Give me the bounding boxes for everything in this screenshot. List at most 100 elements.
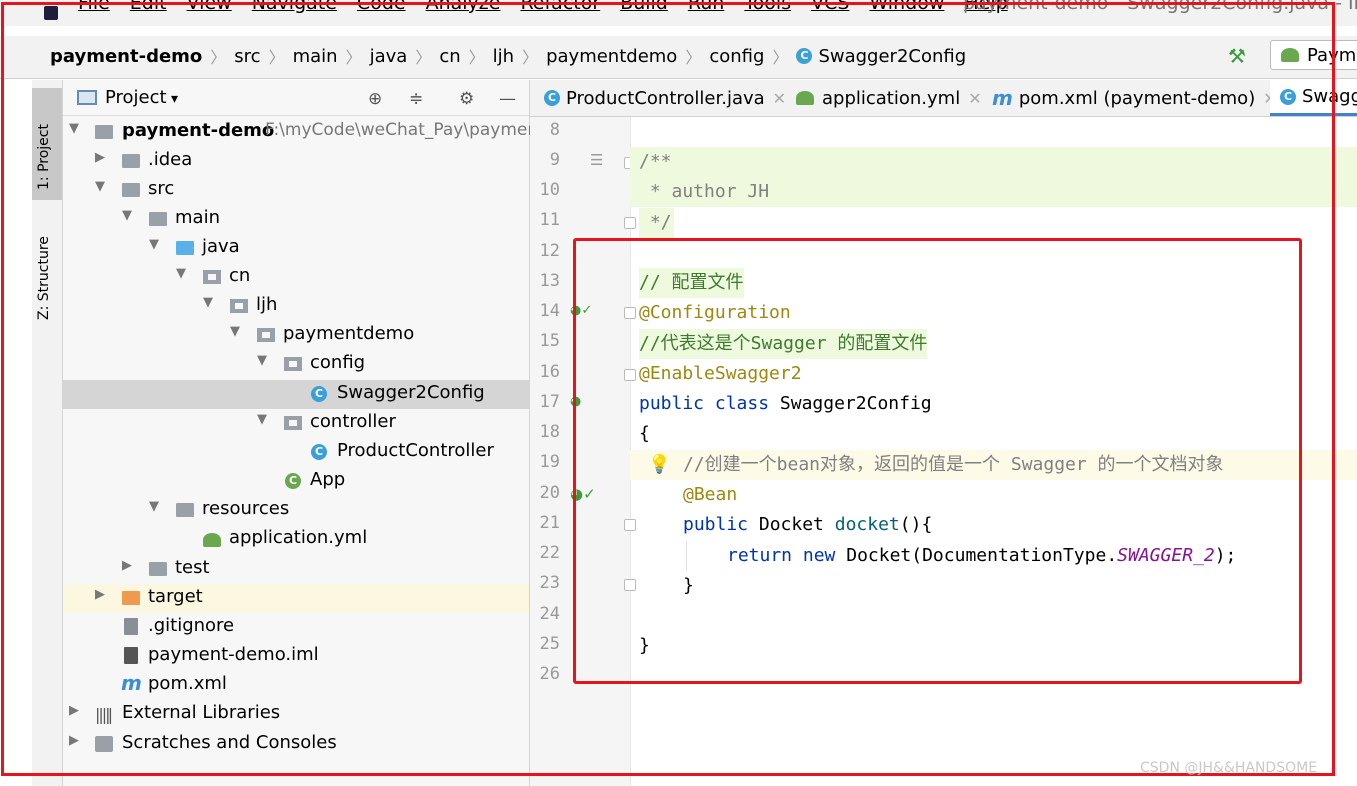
project-view-selector[interactable]: Project — [105, 87, 178, 108]
breadcrumb-main[interactable]: main — [293, 46, 338, 67]
menu-view[interactable]: View — [187, 0, 232, 14]
code-class-name: Swagger2Config — [779, 393, 932, 414]
collapse-arrow-icon[interactable]: ▶ — [93, 150, 107, 165]
breadcrumb-project[interactable]: payment-demo — [50, 46, 202, 67]
code-editor[interactable]: 8 9 10 11 12 13 14 15 16 17 18 19 20 21 … — [530, 117, 1357, 786]
collapse-arrow-icon[interactable]: ▶ — [67, 703, 81, 718]
menu-run[interactable]: Run — [688, 0, 724, 14]
tree-item-swagger2config[interactable]: C Swagger2Config — [63, 380, 529, 409]
code-text: * author JH — [639, 181, 770, 202]
tree-item-pom-xml[interactable]: m pom.xml — [63, 671, 529, 700]
run-configuration-selector[interactable]: Payme — [1270, 40, 1357, 70]
expand-arrow-icon[interactable]: ▼ — [201, 295, 215, 310]
collapse-arrow-icon[interactable]: ▶ — [120, 558, 134, 573]
hide-panel-icon[interactable]: — — [499, 89, 516, 109]
tree-item-cn[interactable]: ▼ cn — [63, 263, 529, 292]
gear-icon[interactable]: ⚙ — [459, 89, 474, 109]
tree-item-java[interactable]: ▼ java — [63, 234, 529, 263]
java-class-icon: C — [1280, 88, 1296, 105]
tree-item-gitignore[interactable]: .gitignore — [63, 613, 529, 642]
tab-application-yml[interactable]: application.yml ✕ — [796, 80, 982, 116]
spring-bean-gutter-icon[interactable]: ◕✓ — [570, 303, 592, 318]
menu-edit[interactable]: Edit — [130, 0, 167, 14]
tree-item-test[interactable]: ▶ test — [63, 555, 529, 584]
menu-analyze[interactable]: Analyze — [426, 0, 501, 14]
expand-arrow-icon[interactable]: ▼ — [147, 499, 161, 514]
expand-arrow-icon[interactable]: ▼ — [93, 179, 107, 194]
menu-code[interactable]: Code — [357, 0, 406, 14]
breadcrumb-paymentdemo[interactable]: paymentdemo — [546, 46, 677, 67]
tree-item-payment-demo[interactable]: ▼ payment-demo F:\myCode\weChat_Pay\paym… — [63, 118, 538, 147]
line-number: 23 — [539, 573, 560, 593]
tab-productcontroller[interactable]: C ProductController.java ✕ — [544, 80, 786, 116]
tree-item-payment-demo-iml[interactable]: payment-demo.iml — [63, 642, 529, 671]
expand-arrow-icon[interactable]: ▼ — [255, 412, 269, 427]
tree-item-resources[interactable]: ▼ resources — [63, 496, 529, 525]
line-number: 24 — [539, 604, 560, 624]
package-icon — [284, 416, 302, 430]
collapse-all-icon[interactable]: ≑ — [409, 89, 423, 109]
expand-arrow-icon[interactable]: ▼ — [228, 324, 242, 339]
menu-file[interactable]: File — [78, 0, 110, 14]
close-icon[interactable]: ✕ — [968, 89, 981, 108]
code-line-18: { — [630, 419, 1357, 449]
locate-file-icon[interactable]: ⊕ — [368, 89, 382, 109]
menu-tools[interactable]: Tools — [744, 0, 791, 14]
tree-item-idea[interactable]: ▶ .idea — [63, 147, 529, 176]
tree-item-productcontroller[interactable]: C ProductController — [63, 438, 529, 467]
tool-tab-structure[interactable]: Z: Structure — [32, 210, 62, 322]
tree-item-controller[interactable]: ▼ controller — [63, 409, 529, 438]
expand-arrow-icon[interactable]: ▼ — [67, 121, 81, 136]
breadcrumb-java[interactable]: java — [370, 46, 408, 67]
breadcrumb-separator: 〉 — [345, 48, 362, 67]
tree-item-main[interactable]: ▼ main — [63, 205, 529, 234]
code-line-10: * author JH — [630, 177, 1357, 207]
editor-gutter: 8 9 10 11 12 13 14 15 16 17 18 19 20 21 … — [530, 117, 636, 786]
left-tool-strip: 1: Project Z: Structure — [32, 80, 63, 786]
breadcrumb-swagger2config[interactable]: Swagger2Config — [818, 46, 966, 67]
hammer-icon[interactable]: ⚒ — [1228, 44, 1246, 68]
tab-pom-xml[interactable]: m pom.xml (payment-demo) ✕ — [992, 80, 1277, 116]
collapse-arrow-icon[interactable]: ▶ — [67, 733, 81, 748]
expand-arrow-icon[interactable]: ▼ — [255, 353, 269, 368]
spring-bean-gutter-icon[interactable]: ◕✓ — [570, 485, 596, 503]
spring-config-gutter-icon[interactable]: ◕ — [570, 394, 581, 409]
tree-item-paymentdemo[interactable]: ▼ paymentdemo — [63, 321, 529, 350]
menu-refactor[interactable]: Refactor — [520, 0, 600, 14]
breadcrumb-cn[interactable]: cn — [439, 46, 460, 67]
expand-arrow-icon[interactable]: ▼ — [174, 266, 188, 281]
tree-item-app[interactable]: C App — [63, 467, 529, 496]
menu-window[interactable]: Window — [869, 0, 944, 14]
menu-vcs[interactable]: VCS — [811, 0, 849, 14]
tree-item-external-libraries[interactable]: ▶ |||‖ External Libraries — [63, 700, 529, 729]
tab-swagger2config[interactable]: C Swagg — [1270, 80, 1357, 116]
tool-tab-project[interactable]: 1: Project — [32, 88, 62, 200]
close-icon[interactable]: ✕ — [773, 89, 786, 108]
breadcrumb-config[interactable]: config — [709, 46, 764, 67]
collapse-arrow-icon[interactable]: ▶ — [93, 587, 107, 602]
expand-arrow-icon[interactable]: ▼ — [120, 208, 134, 223]
menu-navigate[interactable]: Navigate — [252, 0, 337, 14]
folder-icon — [149, 562, 167, 576]
lightbulb-icon[interactable]: 💡 — [648, 450, 670, 480]
intellij-logo-icon — [44, 6, 58, 20]
code-text: } — [639, 635, 650, 656]
breadcrumb-src[interactable]: src — [234, 46, 260, 67]
tree-item-target[interactable]: ▶ target — [63, 584, 529, 613]
tree-item-src[interactable]: ▼ src — [63, 176, 529, 205]
tree-item-config[interactable]: ▼ config — [63, 350, 529, 379]
tree-item-application-yml[interactable]: application.yml — [63, 525, 529, 554]
excluded-folder-icon — [122, 591, 140, 605]
line-number: 10 — [539, 180, 560, 200]
tree-item-ljh[interactable]: ▼ ljh — [63, 292, 529, 321]
menu-build[interactable]: Build — [620, 0, 668, 14]
expand-arrow-icon[interactable]: ▼ — [147, 237, 161, 252]
tree-item-scratches[interactable]: ▶ Scratches and Consoles — [63, 730, 529, 759]
tree-item-label: java — [202, 236, 240, 257]
code-method-name: docket — [834, 514, 900, 535]
breadcrumb-ljh[interactable]: ljh — [493, 46, 514, 67]
render-doc-icon[interactable]: ☰ — [590, 151, 603, 169]
tree-item-label: External Libraries — [122, 702, 281, 723]
code-text: return new Docket(DocumentationType.SWAG… — [727, 541, 1236, 571]
line-number: 8 — [549, 120, 560, 140]
